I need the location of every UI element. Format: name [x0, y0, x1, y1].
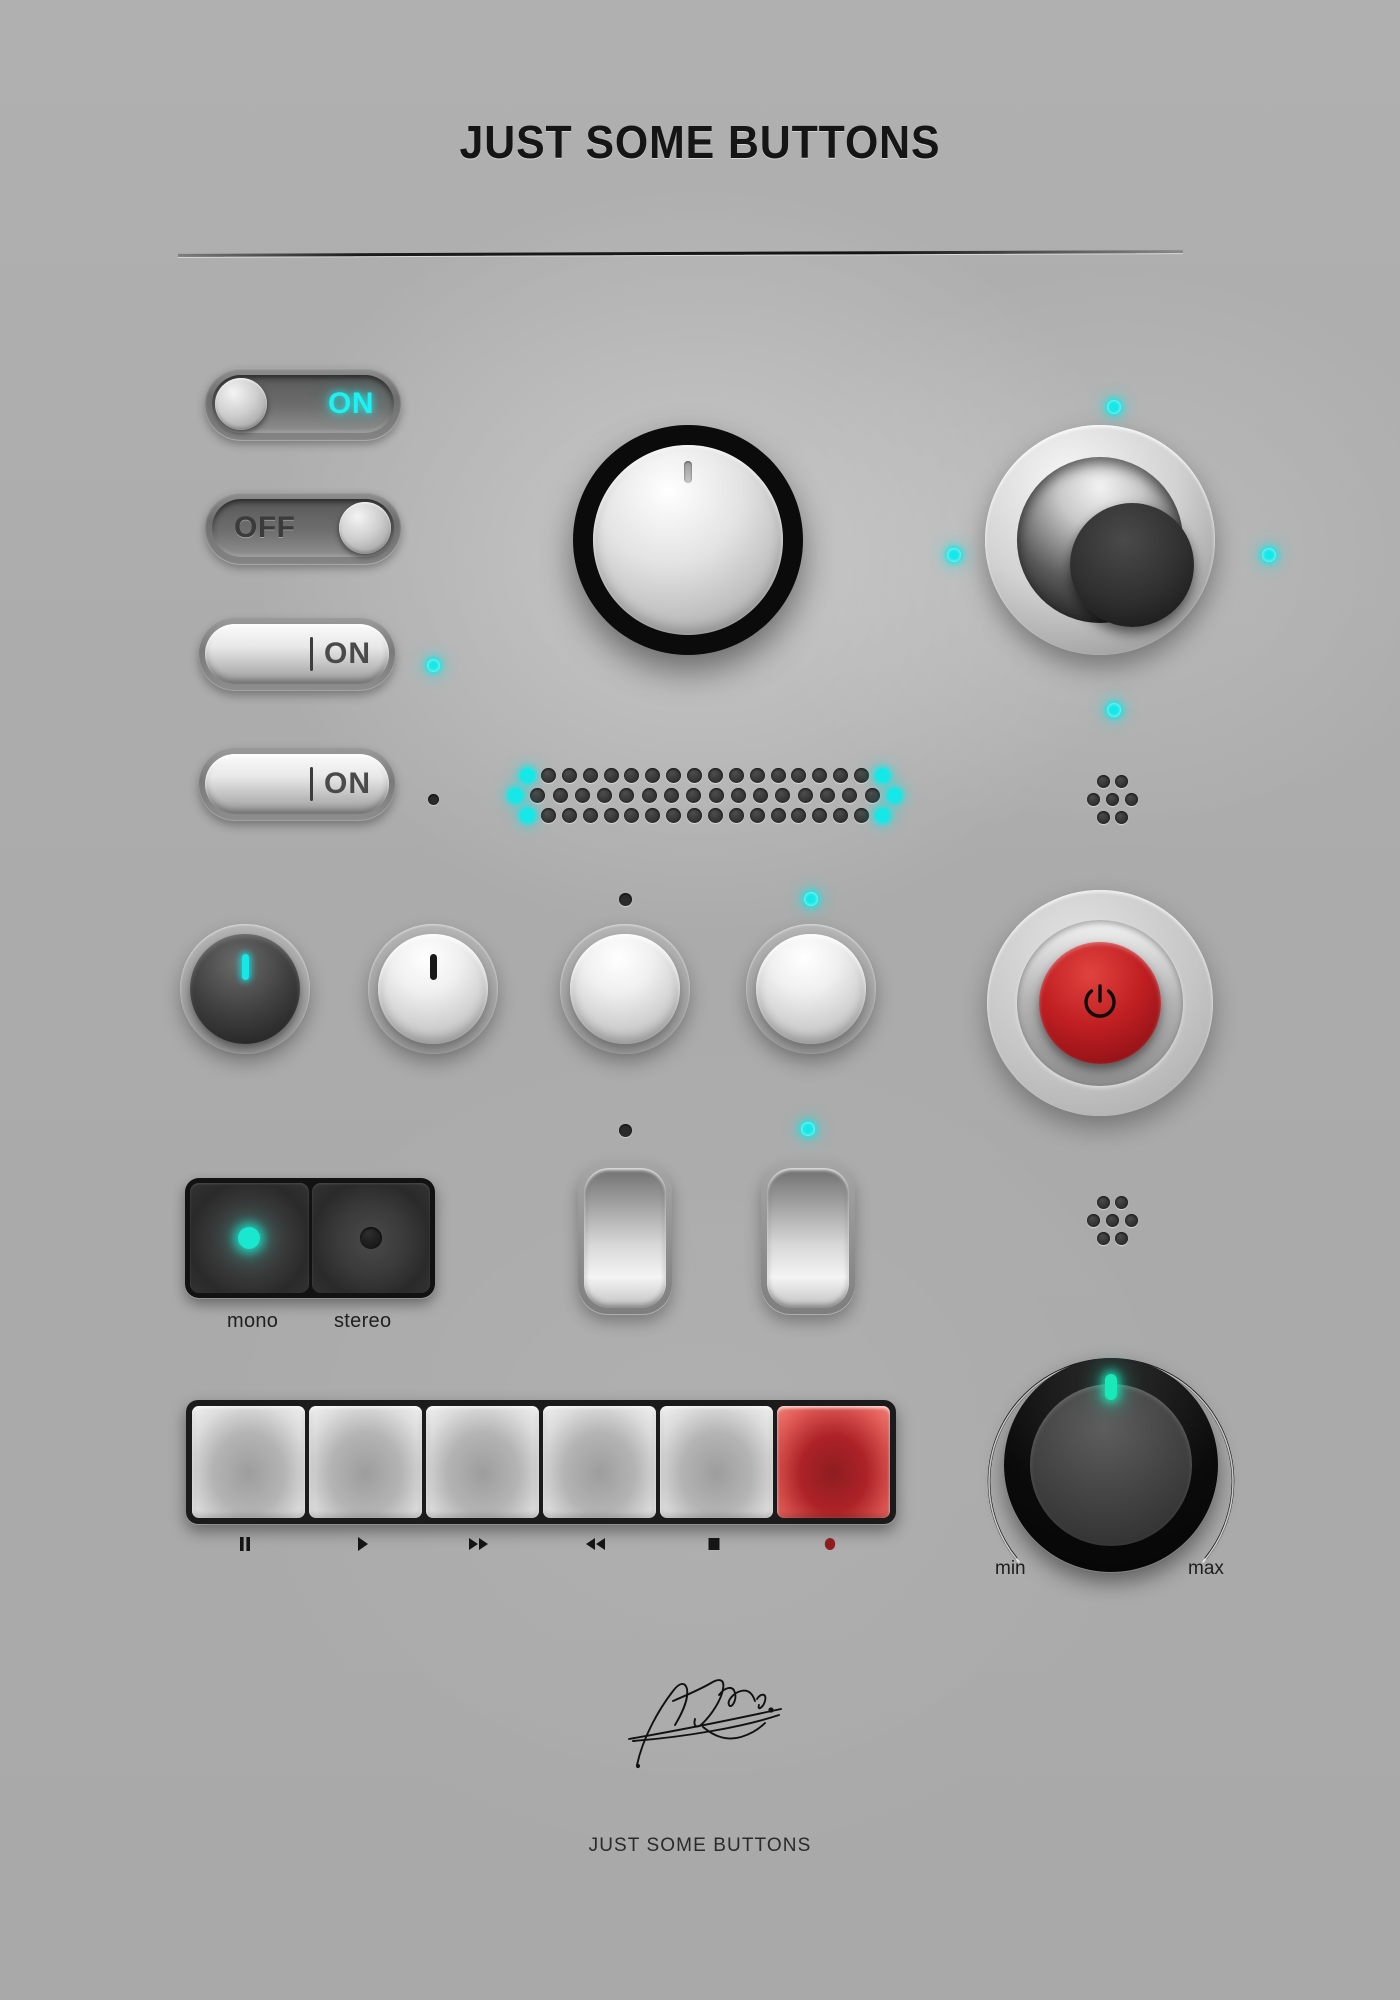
grille-led — [874, 807, 890, 823]
record-icon — [771, 1534, 889, 1554]
master-knob[interactable] — [573, 425, 803, 655]
knob-indicator — [242, 954, 249, 980]
signature-scribble-icon — [615, 1665, 815, 1775]
pause-button[interactable] — [192, 1406, 305, 1518]
knob-4-led — [804, 892, 818, 906]
grille-led — [886, 787, 902, 803]
power-icon — [1077, 980, 1123, 1026]
knob-cap — [756, 934, 866, 1044]
knob-4[interactable] — [746, 924, 876, 1054]
rocker-face: ON — [205, 754, 389, 814]
grille-led — [520, 767, 535, 783]
mono-pad[interactable] — [190, 1183, 309, 1293]
stop-icon — [654, 1534, 772, 1554]
power-bezel — [1017, 920, 1183, 1086]
knob-2[interactable] — [368, 924, 498, 1054]
rocker-label: ON — [324, 767, 371, 800]
knob-cap — [570, 934, 680, 1044]
dot-cluster-lower — [1085, 1196, 1139, 1250]
volume-knob-inner — [1030, 1384, 1192, 1546]
rewind-button[interactable] — [543, 1406, 656, 1518]
volume-min-label: min — [995, 1558, 1026, 1579]
pause-icon — [186, 1534, 304, 1554]
header-divider — [177, 250, 1184, 257]
footer-caption: JUST SOME BUTTONS — [588, 1835, 812, 1856]
master-knob-face — [593, 445, 783, 635]
tall-rocker-2-led — [801, 1122, 815, 1136]
rocker-divider-bar — [310, 637, 313, 671]
slide-track: ON — [212, 375, 394, 433]
knob-1[interactable] — [180, 924, 310, 1054]
stereo-label: stereo — [334, 1310, 392, 1332]
tall-rocker-1-led — [619, 1124, 632, 1137]
stereo-pad[interactable] — [311, 1183, 430, 1293]
rocker-toggle-2[interactable]: ON — [199, 748, 395, 820]
rocker-led-1 — [427, 659, 440, 672]
knob-cap — [190, 934, 300, 1044]
transport-bar[interactable] — [186, 1400, 896, 1524]
play-button[interactable] — [309, 1406, 422, 1518]
slide-knob[interactable] — [215, 378, 267, 430]
dot-cluster-upper — [1085, 775, 1139, 829]
fast-forward-icon — [420, 1534, 538, 1554]
mono-led — [238, 1227, 261, 1249]
tall-rocker-1[interactable] — [578, 1162, 672, 1314]
dome-led-top — [1107, 400, 1121, 414]
slide-toggle-off[interactable]: OFF — [205, 492, 401, 564]
stop-button[interactable] — [660, 1406, 773, 1518]
knob-indicator — [430, 954, 437, 980]
slide-track: OFF — [212, 499, 394, 557]
volume-knob-indicator — [1105, 1374, 1117, 1400]
grille-row — [520, 805, 890, 825]
play-icon — [303, 1534, 421, 1554]
slide-toggle-on[interactable]: ON — [205, 368, 401, 440]
grille-led — [508, 787, 523, 803]
volume-knob-body[interactable] — [1004, 1358, 1218, 1572]
record-button[interactable] — [777, 1406, 890, 1518]
grille-led — [874, 767, 890, 783]
knob-3-led — [619, 893, 632, 906]
grille-row — [520, 765, 890, 785]
tall-rocker-face — [584, 1168, 666, 1308]
dome-led-right — [1262, 548, 1276, 562]
mono-label: mono — [227, 1310, 279, 1332]
grille-led — [520, 807, 535, 823]
rocker-face: ON — [205, 624, 389, 684]
dome-inner-ring — [1017, 457, 1194, 627]
panel-background: JUST SOME BUTTONS ON OFF ON ON mono ster… — [0, 0, 1400, 2000]
fast-forward-button[interactable] — [426, 1406, 539, 1518]
rocker-divider-bar — [310, 767, 313, 801]
master-knob-indicator — [684, 461, 692, 483]
knob-3[interactable] — [560, 924, 690, 1054]
power-button-cap[interactable] — [1039, 942, 1161, 1064]
dome-led-bottom — [1107, 703, 1121, 717]
knob-cap — [378, 934, 488, 1044]
tall-rocker-2[interactable] — [761, 1162, 855, 1314]
slide-toggle-label: ON — [328, 387, 374, 420]
slide-toggle-label: OFF — [234, 511, 296, 544]
volume-max-label: max — [1188, 1558, 1224, 1579]
dome-button[interactable] — [985, 425, 1215, 655]
stereo-led — [359, 1227, 382, 1249]
mono-stereo-pad[interactable] — [185, 1178, 435, 1298]
grille-row — [508, 785, 902, 805]
dome-cap — [1070, 503, 1194, 627]
dome-led-left — [947, 548, 961, 562]
speaker-grille — [508, 765, 902, 835]
tall-rocker-face — [767, 1168, 849, 1308]
slide-knob[interactable] — [339, 502, 391, 554]
rocker-label: ON — [324, 637, 371, 670]
rocker-toggle-1[interactable]: ON — [199, 618, 395, 690]
page-title: JUST SOME BUTTONS — [459, 116, 941, 168]
rewind-icon — [537, 1534, 655, 1554]
rocker-led-2 — [428, 794, 439, 805]
power-button[interactable] — [987, 890, 1213, 1116]
